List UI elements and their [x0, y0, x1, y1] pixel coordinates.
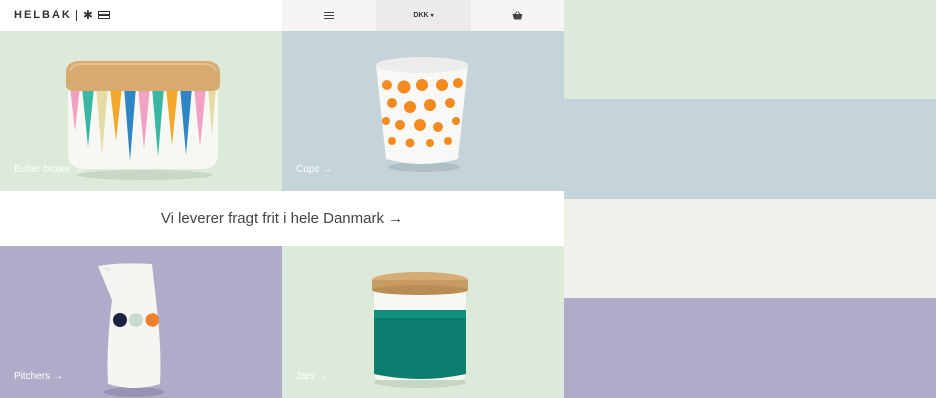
- menu-icon: [324, 11, 334, 20]
- tile-label-pitchers: Pitchers: [14, 371, 51, 382]
- flag-icon: [97, 11, 110, 19]
- logo-text: HELBAK: [14, 9, 72, 21]
- butter-box-image: [66, 61, 220, 180]
- logo[interactable]: HELBAK ✱: [14, 7, 110, 23]
- pitcher-image: [98, 263, 164, 397]
- category-tile-jars[interactable]: Jars →: [282, 246, 564, 398]
- basket-icon: [512, 11, 523, 20]
- arrow-right-icon: →: [317, 371, 328, 382]
- currency-selector[interactable]: DKK ▾: [376, 0, 471, 31]
- color-swatch-mint: [564, 0, 936, 99]
- category-tile-pitchers[interactable]: Pitchers →: [0, 246, 282, 398]
- arrow-right-icon: →: [322, 164, 333, 175]
- color-swatch-blue: [564, 99, 936, 199]
- color-swatch-cream: [564, 199, 936, 298]
- free-shipping-banner[interactable]: Vi leverer fragt frit i hele Danmark →: [0, 191, 564, 246]
- color-swatch-lavender: [564, 298, 936, 398]
- category-tile-butter-boxes[interactable]: Butter boxes →: [0, 31, 282, 191]
- arrow-right-icon: →: [53, 371, 64, 382]
- star-icon: ✱: [82, 8, 93, 22]
- tile-label-jars: Jars: [296, 371, 315, 382]
- arrow-right-icon: →: [73, 164, 84, 175]
- currency-label: DKK: [413, 12, 429, 19]
- chevron-down-icon: ▾: [430, 13, 434, 19]
- category-tile-cups[interactable]: Cups →: [282, 31, 564, 191]
- logo-divider: [75, 9, 77, 21]
- tile-label-butter-boxes: Butter boxes: [14, 164, 71, 175]
- menu-button[interactable]: [282, 0, 376, 31]
- jar-image: [372, 272, 468, 388]
- banner-text: Vi leverer fragt frit i hele Danmark →: [160, 210, 404, 227]
- tile-label-cups: Cups: [296, 164, 320, 175]
- cart-button[interactable]: [471, 0, 564, 31]
- cup-image: [376, 57, 468, 172]
